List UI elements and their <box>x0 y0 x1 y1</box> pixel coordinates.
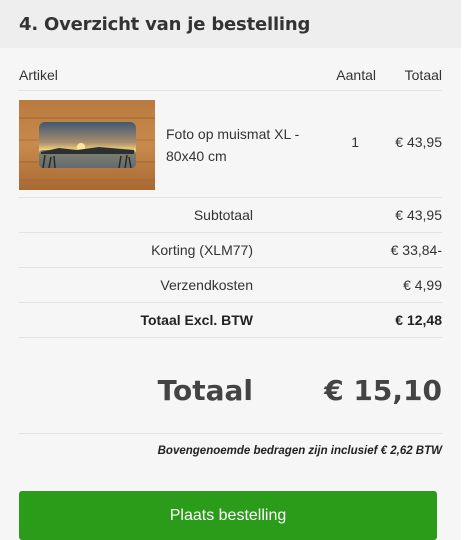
total-excl-vat-value: € 12,48 <box>395 312 442 328</box>
subtotal-value: € 43,95 <box>395 207 442 223</box>
product-thumbnail <box>19 100 155 190</box>
subtotal-label: Subtotaal <box>193 207 253 223</box>
total-excl-vat-row: Totaal Excl. BTW € 12,48 <box>19 303 442 338</box>
discount-value: € 33,84- <box>390 242 442 258</box>
discount-row: Korting (XLM77) € 33,84- <box>19 233 442 268</box>
order-overview-panel: 4. Overzicht van je bestelling Artikel A… <box>0 0 461 540</box>
grand-total-row: Totaal € 15,10 <box>19 338 442 434</box>
vat-note: Bovengenoemde bedragen zijn inclusief € … <box>19 434 442 474</box>
table-row: Foto op muismat XL - 80x40 cm 1 € 43,95 <box>19 91 442 198</box>
mousepad-photo-image <box>19 100 155 190</box>
order-table: Artikel Aantal Totaal Foto op muismat XL… <box>0 48 461 474</box>
shipping-row: Verzendkosten € 4,99 <box>19 268 442 303</box>
table-header-row: Artikel Aantal Totaal <box>19 48 442 91</box>
column-header-aantal: Aantal <box>336 67 376 83</box>
shipping-label: Verzendkosten <box>160 277 253 293</box>
section-header: 4. Overzicht van je bestelling <box>0 0 461 48</box>
section-title: 4. Overzicht van je bestelling <box>19 13 311 35</box>
product-price: € 43,95 <box>395 134 442 150</box>
column-header-artikel: Artikel <box>19 67 58 83</box>
total-excl-vat-label: Totaal Excl. BTW <box>140 312 253 328</box>
discount-label: Korting (XLM77) <box>151 242 253 258</box>
grand-total-label: Totaal <box>157 374 253 407</box>
place-order-button[interactable]: Plaats bestelling <box>19 491 437 540</box>
vat-note-text: Bovengenoemde bedragen zijn inclusief € … <box>157 445 442 457</box>
grand-total-value: € 15,10 <box>324 374 442 407</box>
subtotal-row: Subtotaal € 43,95 <box>19 198 442 233</box>
shipping-value: € 4,99 <box>403 277 442 293</box>
product-quantity: 1 <box>351 134 359 150</box>
column-header-totaal: Totaal <box>404 67 442 83</box>
product-name: Foto op muismat XL - 80x40 cm <box>166 126 300 164</box>
